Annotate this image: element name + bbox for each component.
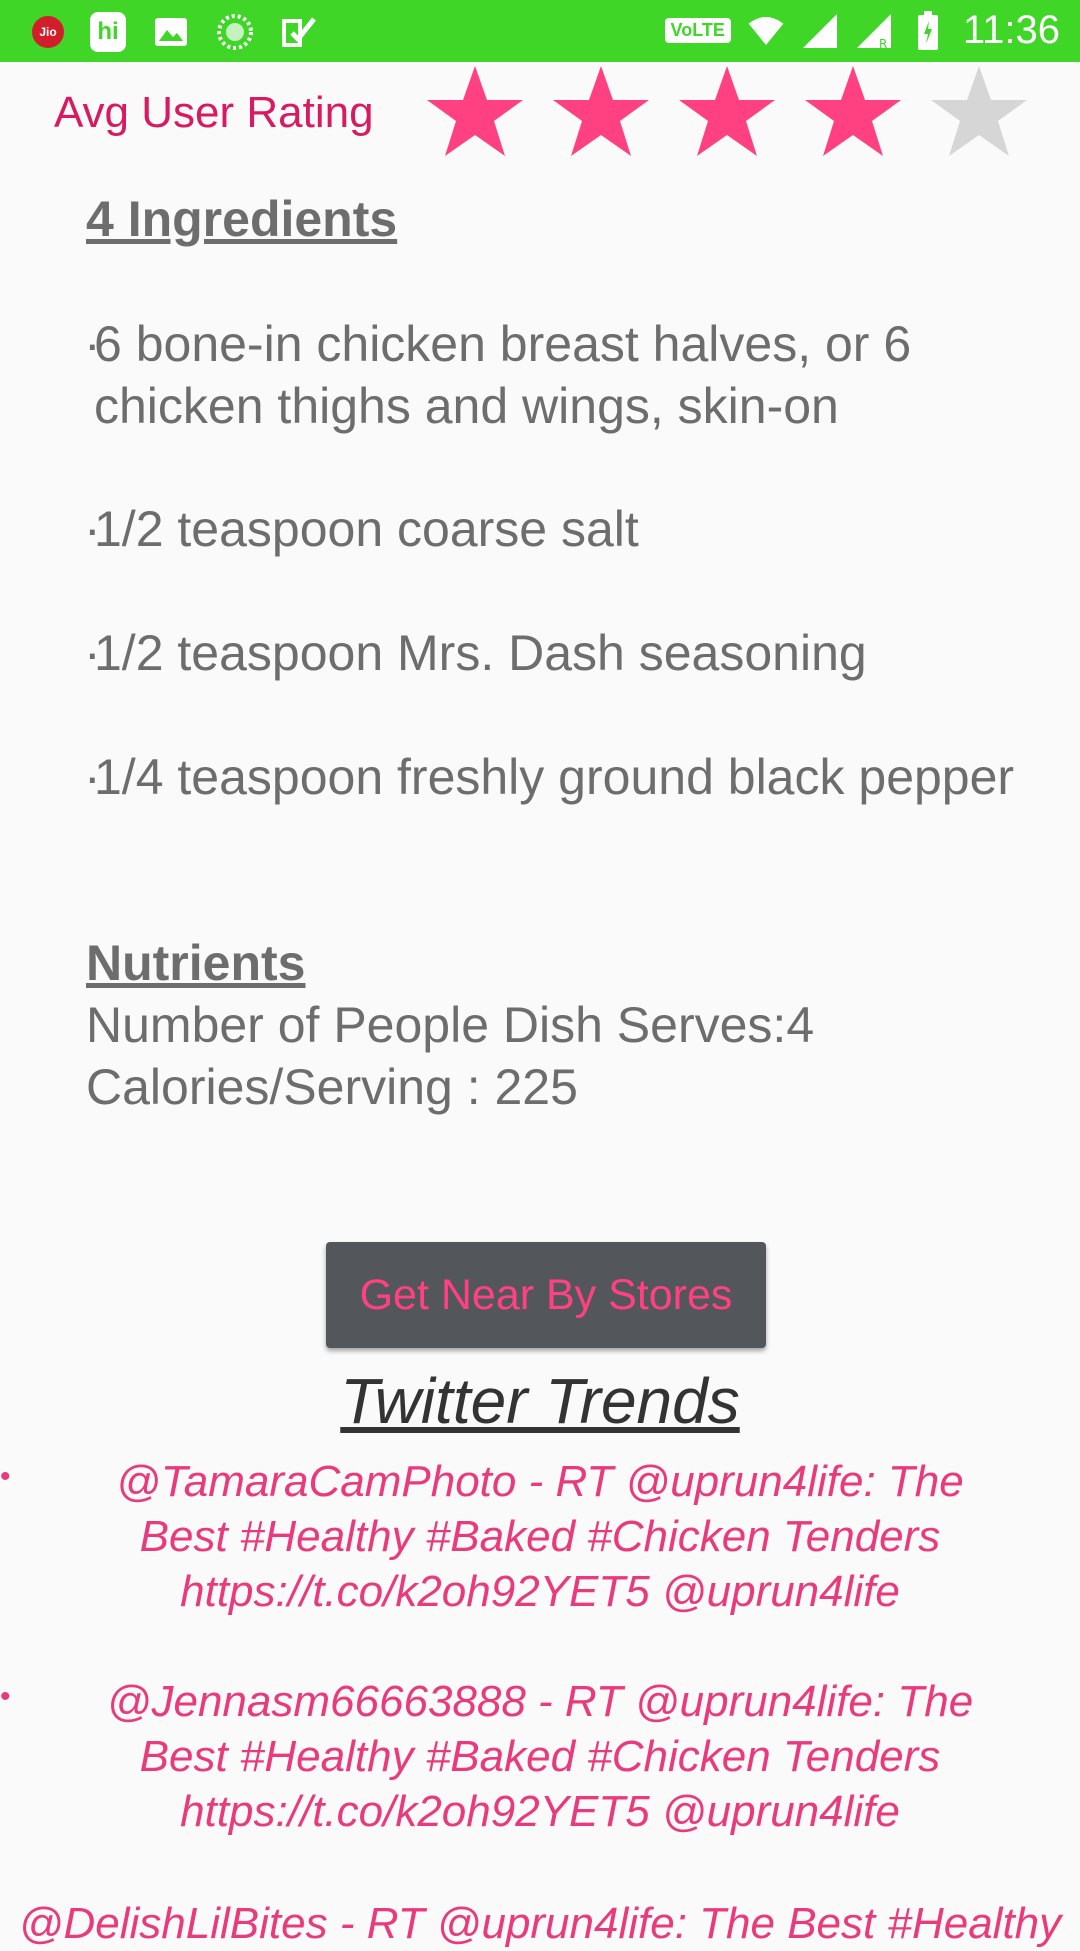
signal-roaming-icon: R — [855, 12, 893, 50]
star-empty-icon — [931, 66, 1027, 156]
rating-label: Avg User Rating — [54, 88, 374, 137]
tweet-item[interactable]: @DelishLilBites - RT @uprun4life: The Be… — [0, 1896, 1080, 1951]
loading-icon — [216, 13, 254, 51]
ingredient-item: · 1/4 teaspoon freshly ground black pepp… — [84, 746, 1074, 808]
ingredient-item: · 6 bone-in chicken breast halves, or 6 … — [84, 313, 1074, 437]
tweet-line: @Jennasm66663888 - RT @uprun4life: The — [106, 1677, 974, 1726]
clock: 11:36 — [962, 8, 1060, 52]
hi-icon: hi — [90, 12, 126, 52]
wifi-icon — [747, 12, 785, 50]
tweet-item[interactable]: @TamaraCamPhoto - RT @uprun4life: The Be… — [0, 1454, 1080, 1619]
ingredient-item: · 1/2 teaspoon coarse salt — [84, 498, 1074, 560]
bullet: · — [84, 749, 101, 805]
rating-row: Avg User Rating — [0, 62, 1080, 162]
ingredients-heading: 4 Ingredients — [86, 191, 398, 247]
bullet: · — [84, 625, 101, 681]
svg-text:R: R — [879, 37, 887, 50]
star-icon — [553, 66, 649, 156]
tweet-line: @TamaraCamPhoto - RT @uprun4life: The — [116, 1457, 964, 1506]
ingredient-text: 6 bone-in chicken breast halves, or 6 — [94, 316, 912, 372]
ingredient-text: chicken thighs and wings, skin-on — [94, 378, 839, 434]
ingredient-item: · 1/2 teaspoon Mrs. Dash seasoning — [84, 622, 1074, 684]
ingredient-text: 1/2 teaspoon coarse salt — [94, 501, 639, 557]
tweet-line: Best #Healthy #Baked #Chicken Tenders — [139, 1732, 941, 1781]
nutrients-heading: Nutrients — [86, 935, 306, 991]
tweet-line: Best #Healthy #Baked #Chicken Tenders — [139, 1512, 941, 1561]
tweet-item[interactable]: @Jennasm66663888 - RT @uprun4life: The B… — [0, 1674, 1080, 1839]
twitter-trends-title: Twitter Trends — [340, 1365, 740, 1437]
calories-text: Calories/Serving : 225 — [86, 1059, 578, 1115]
bullet: · — [84, 501, 101, 557]
volte-icon: VoLTE — [664, 18, 731, 43]
serves-text: Number of People Dish Serves:4 — [86, 997, 815, 1053]
gallery-icon — [152, 13, 190, 51]
tweet-line: https://t.co/k2oh92YET5 @uprun4life — [180, 1567, 900, 1616]
signal-icon — [801, 12, 839, 50]
star-icon — [805, 66, 901, 156]
jio-icon: Jio — [32, 16, 64, 48]
star-icon — [679, 66, 775, 156]
check-icon — [280, 13, 318, 51]
ingredient-text: 1/4 teaspoon freshly ground black pepper — [94, 749, 1015, 805]
status-bar-right: VoLTE R 11:36 — [664, 8, 1060, 53]
tweet-line: @DelishLilBites - RT @uprun4life: The Be… — [18, 1899, 1062, 1948]
rating-stars — [416, 62, 1038, 162]
status-bar-left: Jio hi — [32, 12, 318, 52]
star-icon — [427, 66, 523, 156]
tweet-line: https://t.co/k2oh92YET5 @uprun4life — [180, 1787, 900, 1836]
get-near-by-stores-button[interactable]: Get Near By Stores — [326, 1242, 766, 1348]
bullet: · — [84, 316, 101, 372]
status-bar: Jio hi VoLTE R 11:36 — [0, 0, 1080, 62]
battery-icon — [909, 10, 947, 50]
ingredient-text: 1/2 teaspoon Mrs. Dash seasoning — [94, 625, 867, 681]
